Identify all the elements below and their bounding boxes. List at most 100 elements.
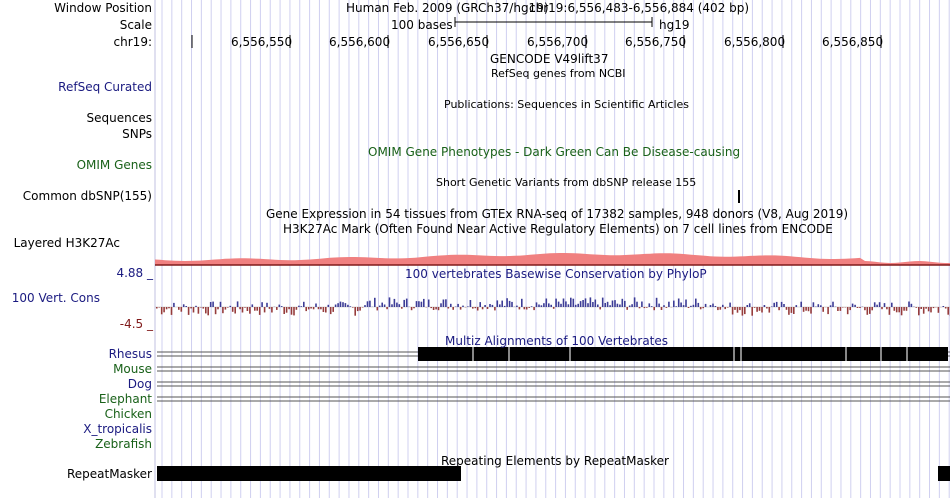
ruler-tick-label: 6,556,850 <box>822 35 884 49</box>
conservation-bar <box>339 301 342 307</box>
dbsnp-track-title[interactable]: Short Genetic Variants from dbSNP releas… <box>436 176 696 190</box>
conservation-bar <box>285 307 288 313</box>
conservation-bar <box>192 307 195 313</box>
conservation-bar <box>182 304 185 307</box>
conservation-bar <box>636 301 638 307</box>
conservation-bar <box>601 297 604 307</box>
conservation-bar <box>195 305 197 307</box>
conservation-bar <box>266 302 268 307</box>
conservation-bar <box>258 307 261 315</box>
conservation-bar <box>881 307 883 310</box>
conservation-bar <box>450 303 452 307</box>
conservation-track-title[interactable]: 100 vertebrates Basewise Conservation by… <box>405 267 707 281</box>
conservation-bar <box>231 307 234 312</box>
gtex-track-title[interactable]: Gene Expression in 54 tissues from GTEx … <box>266 207 848 221</box>
conservation-bar <box>300 306 303 307</box>
conservation-bar <box>859 307 861 308</box>
publications-track-title[interactable]: Publications: Sequences in Scientific Ar… <box>444 98 689 112</box>
conservation-bar <box>783 304 785 307</box>
conservation-bar <box>305 307 307 312</box>
conservation-bar <box>327 304 330 307</box>
conservation-bar <box>322 307 325 312</box>
conservation-bar <box>246 307 249 311</box>
conservation-bar <box>197 307 200 314</box>
conservation-bar <box>315 303 317 307</box>
conservation-bar <box>442 299 445 307</box>
conservation-bar <box>185 306 187 307</box>
conservation-bar <box>344 303 347 307</box>
conservation-bar <box>692 304 695 307</box>
conservation-bar <box>268 307 271 309</box>
scale-db: hg19 <box>659 18 690 32</box>
conservation-bar <box>467 306 469 307</box>
conservation-bar <box>205 307 207 314</box>
conservation-bar <box>898 307 900 313</box>
conservation-bar <box>731 307 734 315</box>
h3k27ac-track-title[interactable]: H3K27Ac Mark (Often Found Near Active Re… <box>283 222 833 236</box>
conservation-bar <box>420 301 423 307</box>
conservation-bar <box>241 307 244 313</box>
conservation-bar <box>709 305 712 307</box>
ruler-tick-label: 6,556,750 <box>625 35 687 49</box>
conservation-bar <box>650 306 653 307</box>
conservation-bar <box>212 301 214 307</box>
conservation-bar <box>381 302 383 307</box>
conservation-bar <box>677 298 680 307</box>
conservation-bar <box>383 304 386 307</box>
conservation-bar <box>334 304 337 307</box>
conservation-bar <box>469 300 472 307</box>
refseq-track-title[interactable]: RefSeq genes from NCBI <box>491 67 626 81</box>
conservation-bar <box>891 302 893 307</box>
conservation-bar <box>741 307 744 316</box>
conservation-bar <box>802 307 805 312</box>
track-image[interactable] <box>0 0 950 498</box>
conservation-bar <box>712 303 714 307</box>
conservation-bar <box>278 304 281 307</box>
conservation-bar <box>915 307 918 308</box>
conservation-bar <box>525 307 528 310</box>
conservation-bar <box>682 305 685 307</box>
conservation-bar <box>655 297 658 307</box>
conservation-bar <box>543 303 545 307</box>
conservation-bar <box>937 307 940 313</box>
conservation-bar <box>307 307 310 310</box>
repeat-element[interactable] <box>938 466 950 481</box>
conservation-bar <box>633 297 636 307</box>
conservation-bar <box>778 307 780 311</box>
rmsk-track-title[interactable]: Repeating Elements by RepeatMasker <box>441 454 669 468</box>
ruler-tick-label: 6,556,550 <box>231 35 293 49</box>
conservation-bar <box>329 307 332 315</box>
conservation-bar <box>283 307 285 314</box>
conservation-bar <box>298 305 300 307</box>
scale-text: 100 bases <box>391 18 453 32</box>
conservation-bar <box>555 298 557 307</box>
conservation-bar <box>829 305 832 307</box>
conservation-bar <box>545 298 548 307</box>
conservation-bar <box>496 300 499 307</box>
conservation-bar <box>773 302 775 307</box>
conservation-bar <box>849 307 851 311</box>
conservation-bar <box>822 307 824 312</box>
conservation-bar <box>320 307 322 310</box>
genome-browser-image[interactable]: Window Position Scale chr19: RefSeq Cura… <box>0 0 950 498</box>
conservation-bar <box>864 307 866 311</box>
conservation-bar <box>646 307 648 308</box>
conservation-bar <box>437 307 440 311</box>
dbsnp-variant[interactable] <box>738 190 740 203</box>
omim-track-title[interactable]: OMIM Gene Phenotypes - Dark Green Can Be… <box>368 145 740 159</box>
rhesus-alignment-block[interactable] <box>418 347 948 361</box>
conservation-bar <box>837 307 839 311</box>
multiz-track-title[interactable]: Multiz Alignments of 100 Vertebrates <box>445 334 668 348</box>
conservation-bar <box>673 300 675 307</box>
conservation-bar <box>295 307 298 310</box>
conservation-bar <box>396 302 398 307</box>
conservation-bar <box>795 305 798 307</box>
conservation-bar <box>280 306 283 307</box>
gencode-track-title[interactable]: GENCODE V49lift37 <box>490 52 608 66</box>
repeat-element[interactable] <box>157 466 461 481</box>
conservation-bar <box>376 307 379 311</box>
conservation-bar <box>288 307 290 310</box>
conservation-bar <box>364 305 366 307</box>
conservation-bar <box>695 298 697 307</box>
conservation-bar <box>658 303 660 307</box>
